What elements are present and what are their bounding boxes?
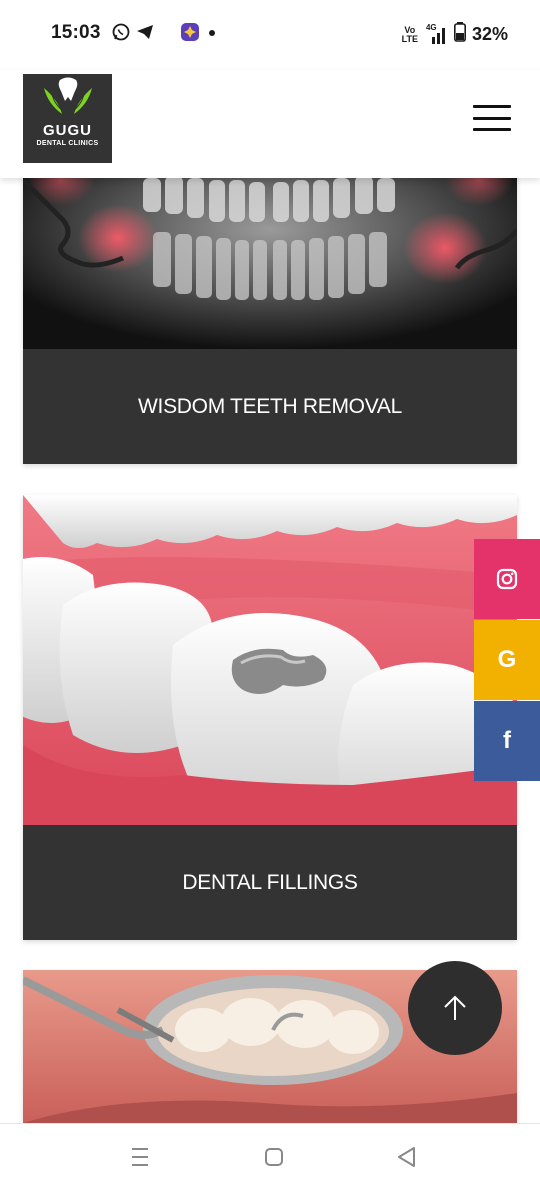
logo-subtitle: DENTAL CLINICS xyxy=(36,140,99,147)
dot-icon xyxy=(206,26,218,44)
volte-icon: Vo LTE xyxy=(401,24,418,44)
facebook-button[interactable]: f xyxy=(474,701,540,781)
recents-icon[interactable] xyxy=(127,1144,153,1170)
navigation-bar xyxy=(0,1123,540,1189)
home-icon[interactable] xyxy=(261,1144,287,1170)
battery-level: 32% xyxy=(471,24,508,44)
facebook-icon: f xyxy=(503,727,511,754)
filling-image xyxy=(23,495,517,825)
arrow-up-icon xyxy=(444,995,466,1020)
logo-name: GUGU xyxy=(43,122,92,139)
app-icon xyxy=(180,22,200,47)
whatsapp-icon xyxy=(112,23,130,46)
back-icon[interactable] xyxy=(394,1144,420,1170)
service-card-wisdom-teeth[interactable]: WISDOM TEETH REMOVAL xyxy=(23,150,517,464)
service-title: DENTAL FILLINGS xyxy=(182,870,358,894)
service-title: WISDOM TEETH REMOVAL xyxy=(138,394,402,418)
back-to-top-button[interactable] xyxy=(408,961,502,1055)
instagram-icon xyxy=(496,568,518,590)
tooth-leaf-icon xyxy=(43,77,92,114)
service-caption: WISDOM TEETH REMOVAL xyxy=(23,349,517,464)
battery-icon xyxy=(453,22,466,47)
telegram-icon xyxy=(136,23,154,46)
site-header: GUGU DENTAL CLINICS xyxy=(0,70,540,178)
google-button[interactable]: G xyxy=(474,620,540,700)
notification-icons xyxy=(112,22,218,47)
system-icons: Vo LTE 4G 32% xyxy=(402,22,508,47)
clinic-logo[interactable]: GUGU DENTAL CLINICS xyxy=(23,74,112,163)
instagram-button[interactable] xyxy=(474,539,540,619)
google-icon: G xyxy=(497,646,517,673)
service-card-dental-fillings[interactable]: DENTAL FILLINGS xyxy=(23,495,517,940)
signal-icon: 4G xyxy=(424,23,448,45)
hamburger-icon[interactable] xyxy=(473,105,511,131)
status-time: 15:03 xyxy=(51,22,101,43)
status-bar: 15:03 Vo LTE 4G 32% xyxy=(0,0,540,70)
service-caption: DENTAL FILLINGS xyxy=(23,825,517,940)
xray-image xyxy=(23,150,517,349)
